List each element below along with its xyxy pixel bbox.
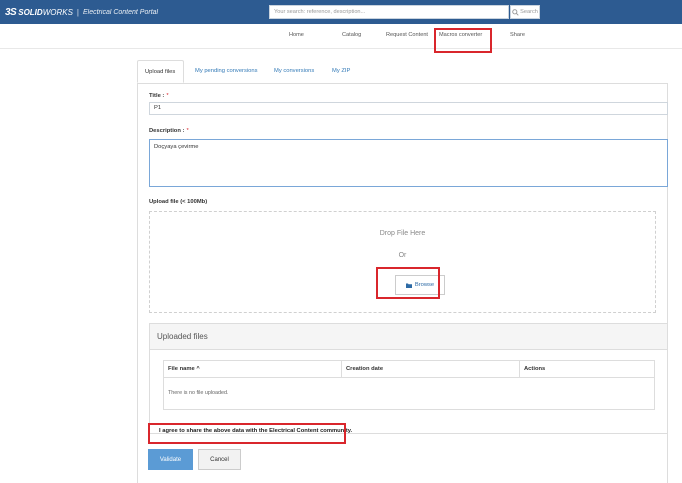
- title-label: Title : *: [149, 93, 169, 99]
- portal-title: Electrical Content Portal: [83, 8, 159, 16]
- tab-my-zip[interactable]: My ZIP: [325, 60, 357, 83]
- title-input[interactable]: P1: [149, 102, 668, 115]
- tab-bar: Upload files My pending conversions My c…: [137, 60, 668, 84]
- validate-button[interactable]: Validate: [148, 449, 193, 470]
- or-text: Or: [398, 252, 407, 259]
- tab-pending-conversions[interactable]: My pending conversions: [188, 60, 265, 83]
- description-required-mark: *: [186, 128, 189, 134]
- description-textarea[interactable]: Doçyaya çevirme: [149, 139, 668, 187]
- search-input[interactable]: Your search: reference, description...: [269, 5, 509, 19]
- solidworks-logo[interactable]: 3S SOLID WORKS | Electrical Content Porta…: [5, 6, 158, 18]
- upload-label: Upload file (< 100Mb): [149, 199, 208, 205]
- highlight-macros-converter: [434, 28, 492, 53]
- uploaded-files-panel: Uploaded files File name ^ Creation date…: [149, 323, 668, 434]
- main-nav: Home Catalog Request Content Macros conv…: [0, 24, 682, 49]
- search-button-label: Search: [520, 9, 538, 15]
- highlight-browse-button: [376, 267, 440, 299]
- brand-solid: SOLID: [18, 7, 43, 17]
- brand-works: WORKS: [42, 7, 73, 17]
- column-file-name[interactable]: File name ^: [164, 361, 342, 377]
- uploaded-files-heading: Uploaded files: [150, 324, 667, 350]
- top-header: 3S SOLID WORKS | Electrical Content Porta…: [0, 0, 682, 24]
- column-creation-date[interactable]: Creation date: [342, 361, 520, 377]
- ds-logo-mark: 3S: [5, 6, 17, 18]
- nav-share[interactable]: Share: [510, 32, 525, 38]
- nav-home[interactable]: Home: [289, 32, 304, 38]
- tab-my-conversions[interactable]: My conversions: [267, 60, 321, 83]
- uploaded-files-table: File name ^ Creation date Actions There …: [163, 360, 655, 410]
- cancel-button[interactable]: Cancel: [198, 449, 241, 470]
- table-header-divider: [164, 377, 654, 378]
- title-required-mark: *: [166, 93, 169, 99]
- nav-request-content[interactable]: Request Content: [386, 32, 428, 38]
- empty-table-message: There is no file uploaded.: [168, 390, 229, 396]
- brand-separator: |: [76, 7, 79, 17]
- column-actions: Actions: [524, 366, 546, 372]
- description-label: Description : *: [149, 128, 189, 134]
- search-icon: [512, 8, 519, 16]
- highlight-agree-text: [148, 423, 346, 444]
- nav-catalog[interactable]: Catalog: [342, 32, 361, 38]
- drop-file-text: Drop File Here: [379, 230, 426, 237]
- tab-upload-files[interactable]: Upload files: [137, 60, 184, 83]
- search-button[interactable]: Search: [510, 5, 540, 19]
